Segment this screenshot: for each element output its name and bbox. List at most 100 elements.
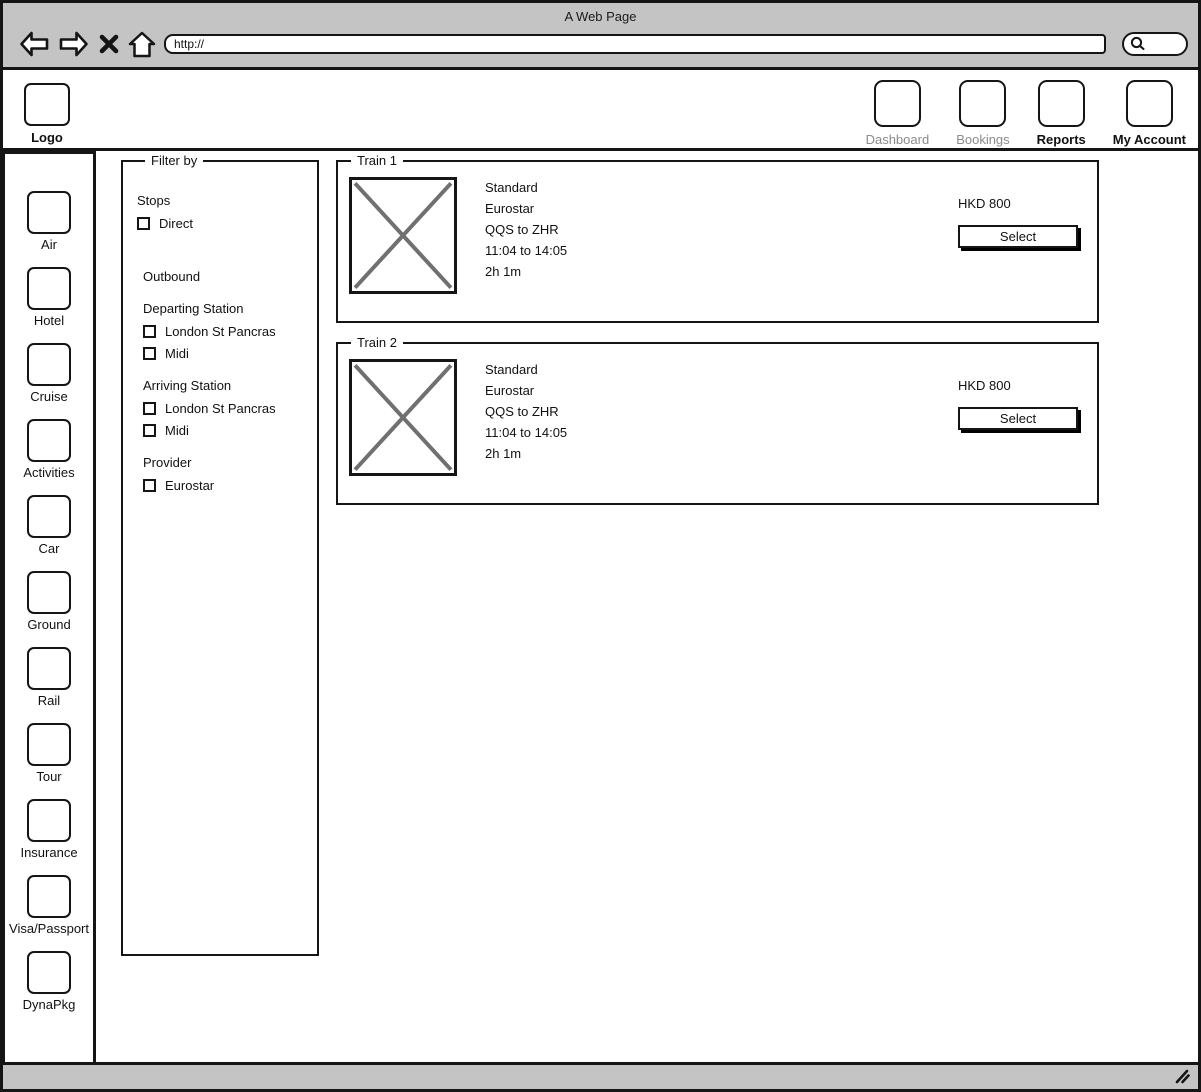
sidebar: Air Hotel Cruise Activities Car — [3, 151, 96, 1067]
nav-item-label: Dashboard — [866, 132, 930, 147]
train-route: QQS to ZHR — [485, 405, 567, 418]
nav-item[interactable]: My Account — [1113, 80, 1186, 147]
nav-item-label: Bookings — [956, 132, 1009, 147]
nav-item-label: Reports — [1037, 132, 1086, 147]
sidebar-item[interactable]: Car — [27, 495, 71, 556]
browser-chrome: A Web Page http:// — [3, 3, 1198, 70]
filter-checkbox-list: Eurostar — [143, 478, 305, 493]
sidebar-item[interactable]: Rail — [27, 647, 71, 708]
sidebar-item-icon — [27, 267, 71, 310]
filter-section-heading: Departing Station — [143, 301, 305, 316]
train-times: 11:04 to 14:05 — [485, 426, 567, 439]
filter-checkbox-row[interactable]: Midi — [143, 423, 305, 438]
sidebar-item[interactable]: Insurance — [20, 799, 77, 860]
checkbox-icon — [143, 325, 156, 338]
logo[interactable]: Logo — [23, 83, 71, 145]
checkbox-icon — [143, 402, 156, 415]
back-icon[interactable] — [19, 29, 50, 59]
filter-section: Outbound — [143, 269, 305, 284]
nav-item[interactable]: Reports — [1037, 80, 1086, 147]
sidebar-item-icon — [27, 495, 71, 538]
filter-checkbox-row[interactable]: Eurostar — [143, 478, 305, 493]
checkbox-label: Direct — [159, 216, 193, 231]
home-icon[interactable] — [128, 30, 156, 59]
sidebar-item[interactable]: Activities — [23, 419, 74, 480]
filter-checkbox-row[interactable]: Midi — [143, 346, 305, 361]
train-route: QQS to ZHR — [485, 223, 567, 236]
checkbox-icon — [143, 479, 156, 492]
sidebar-item[interactable]: Air — [27, 191, 71, 252]
sidebar-item[interactable]: Cruise — [27, 343, 71, 404]
select-button[interactable]: Select — [958, 407, 1078, 430]
browser-window: A Web Page http:// — [0, 0, 1201, 1092]
sidebar-item-icon — [27, 723, 71, 766]
filter-checkbox-list: London St Pancras Midi — [143, 324, 305, 361]
train-times: 11:04 to 14:05 — [485, 244, 567, 257]
filter-checkbox-row[interactable]: London St Pancras — [143, 401, 305, 416]
checkbox-label: Midi — [165, 346, 189, 361]
sidebar-item-icon — [27, 343, 71, 386]
train-price: HKD 800 — [958, 196, 1088, 211]
filter-section: Departing Station London St Pancras Midi — [143, 301, 305, 361]
train-price: HKD 800 — [958, 378, 1088, 393]
checkbox-icon — [143, 347, 156, 360]
nav-item[interactable]: Dashboard — [866, 80, 930, 147]
nav-item-icon — [959, 80, 1006, 127]
select-button[interactable]: Select — [958, 225, 1078, 248]
resize-handle-icon[interactable] — [1175, 1069, 1191, 1084]
stop-icon[interactable] — [98, 32, 120, 56]
browser-search-box[interactable] — [1122, 32, 1188, 56]
filter-checkbox-list: Direct — [137, 216, 305, 231]
sidebar-item-label: Ground — [27, 617, 70, 632]
train-fare-class: Standard — [485, 363, 567, 376]
status-bar — [3, 1062, 1198, 1089]
search-results: Train 1 Standard Eurostar QQS to ZHR 11:… — [336, 153, 1099, 517]
sidebar-item-icon — [27, 571, 71, 614]
sidebar-item-label: Air — [41, 237, 57, 252]
filter-checkbox-row[interactable]: Direct — [137, 216, 305, 231]
filter-panel: Filter by Stops Direct — [121, 153, 319, 956]
train-info: Standard Eurostar QQS to ZHR 11:04 to 14… — [485, 177, 567, 294]
logo-label: Logo — [23, 130, 71, 145]
sidebar-item-icon — [27, 799, 71, 842]
url-input[interactable]: http:// — [164, 34, 1106, 54]
app-header: Logo Dashboard Bookings Reports — [3, 70, 1198, 151]
sidebar-item-icon — [27, 191, 71, 234]
checkbox-icon — [143, 424, 156, 437]
nav-item[interactable]: Bookings — [956, 80, 1009, 147]
filter-section-heading: Stops — [137, 193, 305, 208]
sidebar-item-label: Activities — [23, 465, 74, 480]
sidebar-item-icon — [27, 951, 71, 994]
sidebar-item[interactable]: Visa/Passport — [9, 875, 89, 936]
train-duration: 2h 1m — [485, 265, 567, 278]
sidebar-item-label: Cruise — [30, 389, 68, 404]
checkbox-label: Eurostar — [165, 478, 214, 493]
train-card-legend: Train 1 — [351, 153, 403, 168]
train-card-legend: Train 2 — [351, 335, 403, 350]
filter-section-heading: Outbound — [143, 269, 305, 284]
filter-section: Arriving Station London St Pancras Midi — [143, 378, 305, 438]
checkbox-icon — [137, 217, 150, 230]
filter-checkbox-row[interactable]: London St Pancras — [143, 324, 305, 339]
sidebar-item[interactable]: DynaPkg — [23, 951, 76, 1012]
sidebar-item[interactable]: Ground — [27, 571, 71, 632]
train-result-card: Train 2 Standard Eurostar QQS to ZHR 11:… — [336, 335, 1099, 505]
filter-section: Provider Eurostar — [143, 455, 305, 493]
sidebar-item-icon — [27, 419, 71, 462]
filter-section-heading: Arriving Station — [143, 378, 305, 393]
sidebar-item[interactable]: Tour — [27, 723, 71, 784]
browser-page-title: A Web Page — [3, 3, 1198, 24]
nav-item-label: My Account — [1113, 132, 1186, 147]
nav-item-icon — [1126, 80, 1173, 127]
sidebar-item-label: DynaPkg — [23, 997, 76, 1012]
train-fare-class: Standard — [485, 181, 567, 194]
sidebar-item-label: Rail — [38, 693, 60, 708]
sidebar-item-label: Hotel — [34, 313, 64, 328]
header-nav: Dashboard Bookings Reports My Account — [839, 80, 1186, 147]
sidebar-item[interactable]: Hotel — [27, 267, 71, 328]
sidebar-item-icon — [27, 875, 71, 918]
train-provider: Eurostar — [485, 202, 567, 215]
forward-icon[interactable] — [58, 29, 89, 59]
sidebar-item-icon — [27, 647, 71, 690]
filter-panel-legend: Filter by — [145, 153, 203, 168]
